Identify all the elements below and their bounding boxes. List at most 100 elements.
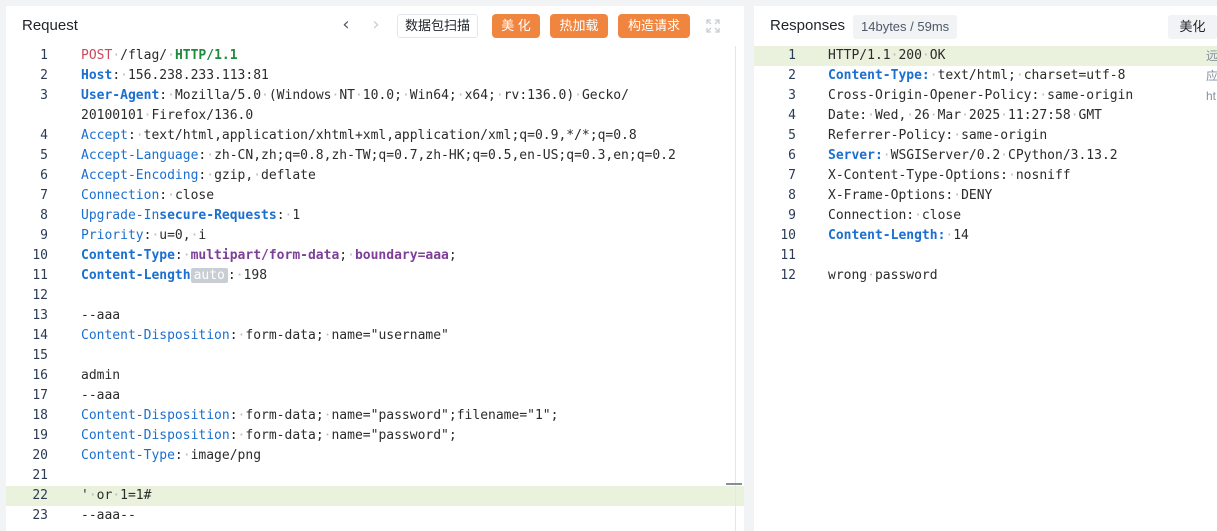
request-header: Request ‹ › 数据包扫描 美 化 热加载 构造请求 (6, 6, 744, 46)
scrollbar-track (735, 46, 736, 531)
line-number: 12 (780, 268, 796, 283)
side-hint-1: 远 (1206, 49, 1217, 63)
request-line: 20 Content-Type:·image/png (6, 446, 744, 466)
line-number: 2 (40, 68, 48, 83)
line-text: --aaa-- (81, 508, 136, 523)
request-line: 12 (6, 286, 744, 306)
beautify-button[interactable]: 美 化 (492, 14, 540, 38)
line-text: Connection:·close (81, 188, 215, 203)
line-text: wrong·password (828, 268, 938, 283)
line-text: --aaa (81, 388, 121, 403)
line-number: 19 (32, 428, 48, 443)
line-number: 12 (32, 288, 48, 303)
line-text: Content-Disposition:·form-data;·name="us… (81, 328, 449, 343)
line-number: 18 (32, 408, 48, 423)
line-text: HTTP/1.1·200·OK (828, 48, 946, 63)
line-number: 7 (40, 188, 48, 203)
line-text: POST·/flag/·HTTP/1.1 (81, 48, 238, 63)
line-number: 8 (40, 208, 48, 223)
line-number: 3 (40, 88, 48, 103)
line-text: Accept:·text/html,application/xhtml+xml,… (81, 128, 637, 143)
hot-load-button[interactable]: 热加载 (550, 14, 608, 38)
line-text: Content-Type:·image/png (81, 448, 262, 463)
request-line: 10 Content-Type:·multipart/form-data;·bou… (6, 246, 744, 266)
response-line: 1 HTTP/1.1·200·OK (754, 46, 1217, 66)
line-number: 2 (788, 68, 796, 83)
response-beautify-button[interactable]: 美化 (1168, 15, 1217, 39)
line-text: Content-Length:·14 (828, 228, 969, 243)
line-number: 16 (32, 368, 48, 383)
line-text: Accept-Encoding:·gzip,·deflate (81, 168, 316, 183)
line-number: 11 (32, 268, 48, 283)
side-hint-2: 应 (1206, 69, 1217, 83)
line-number: 7 (788, 168, 796, 183)
line-number: 1 (40, 48, 48, 63)
line-text: Connection:·close (828, 208, 962, 223)
request-editor[interactable]: 1 POST·/flag/·HTTP/1.1 2 Host:·156.238.233.… (6, 46, 744, 531)
line-text: User-Agent:·Mozilla/5.0·(Windows·NT·10.0… (81, 88, 629, 103)
line-text: Priority:·u=0,·i (81, 228, 207, 243)
line-number: 15 (32, 348, 48, 363)
line-number: 14 (32, 328, 48, 343)
side-hint-3: ht (1206, 89, 1217, 103)
line-number: 23 (32, 508, 48, 523)
line-number: 5 (40, 148, 48, 163)
expand-icon[interactable] (706, 19, 720, 33)
request-line: 17 --aaa (6, 386, 744, 406)
response-line: 3 Cross-Origin-Opener-Policy:·same-origin (754, 86, 1217, 106)
request-title: Request (22, 17, 78, 34)
request-line: 13 --aaa (6, 306, 744, 326)
response-line: 11 (754, 246, 1217, 266)
request-panel: Request ‹ › 数据包扫描 美 化 热加载 构造请求 1 POST·/fl… (6, 6, 744, 531)
request-line: 8 Upgrade-Insecure-Requests:·1 (6, 206, 744, 226)
line-text: 20100101·Firefox/136.0 (81, 108, 254, 123)
line-number: 3 (788, 88, 796, 103)
line-text: Accept-Language:·zh-CN,zh;q=0.8,zh-TW;q=… (81, 148, 676, 163)
scrollbar-thumb[interactable] (726, 483, 742, 485)
line-text: Content-Type:·multipart/form-data;·bound… (81, 248, 457, 263)
line-text: admin (81, 368, 121, 383)
request-line: 4 Accept:·text/html,application/xhtml+xml… (6, 126, 744, 146)
line-number: 10 (32, 248, 48, 263)
line-text: '·or·1=1# (81, 488, 152, 503)
request-line: 23 --aaa-- (6, 506, 744, 526)
request-line: 21 (6, 466, 744, 486)
response-line: 7 X-Content-Type-Options:·nosniff (754, 166, 1217, 186)
request-line: 20100101·Firefox/136.0 (6, 106, 744, 126)
response-line: 4 Date:·Wed,·26·Mar·2025·11:27:58·GMT (754, 106, 1217, 126)
request-line: 5 Accept-Language:·zh-CN,zh;q=0.8,zh-TW;q… (6, 146, 744, 166)
line-number: 9 (40, 228, 48, 243)
line-text: Content-Disposition:·form-data;·name="pa… (81, 428, 457, 443)
response-header: Responses 14bytes / 59ms 美化 (754, 6, 1217, 46)
request-line: 16 admin (6, 366, 744, 386)
request-line: 2 Host:·156.238.233.113:81 (6, 66, 744, 86)
line-number: 9 (788, 208, 796, 223)
line-number: 13 (32, 308, 48, 323)
response-panel: Responses 14bytes / 59ms 美化 1 HTTP/1.1·20… (754, 6, 1217, 531)
request-line: 3 User-Agent:·Mozilla/5.0·(Windows·NT·10.… (6, 86, 744, 106)
response-line: 10 Content-Length:·14 (754, 226, 1217, 246)
line-number: 17 (32, 388, 48, 403)
line-text: X-Frame-Options:·DENY (828, 188, 993, 203)
request-line: 11 Content-Length auto:·198 (6, 266, 744, 286)
request-line: 14 Content-Disposition:·form-data;·name="… (6, 326, 744, 346)
construct-request-button[interactable]: 构造请求 (618, 14, 690, 38)
line-number: 5 (788, 128, 796, 143)
response-viewer: 1 HTTP/1.1·200·OK 2 Content-Type:·text/html… (754, 46, 1217, 531)
request-line: 1 POST·/flag/·HTTP/1.1 (6, 46, 744, 66)
line-text: Host:·156.238.233.113:81 (81, 68, 269, 83)
line-text: Date:·Wed,·26·Mar·2025·11:27:58·GMT (828, 108, 1102, 123)
line-number: 4 (788, 108, 796, 123)
response-line: 5 Referrer-Policy:·same-origin (754, 126, 1217, 146)
line-text: Cross-Origin-Opener-Policy:·same-origin (828, 88, 1134, 103)
chevron-left-icon[interactable]: ‹ (335, 15, 357, 37)
request-line: 9 Priority:·u=0,·i (6, 226, 744, 246)
line-number: 8 (788, 188, 796, 203)
chevron-right-icon[interactable]: › (365, 15, 387, 37)
line-text: Content-Disposition:·form-data;·name="pa… (81, 408, 559, 423)
line-text: Server:·WSGIServer/0.2·CPython/3.13.2 (828, 148, 1118, 163)
packet-scan-button[interactable]: 数据包扫描 (397, 14, 479, 38)
response-size-badge: 14bytes / 59ms (853, 15, 958, 39)
request-line: 18 Content-Disposition:·form-data;·name="… (6, 406, 744, 426)
response-line: 6 Server:·WSGIServer/0.2·CPython/3.13.2 (754, 146, 1217, 166)
